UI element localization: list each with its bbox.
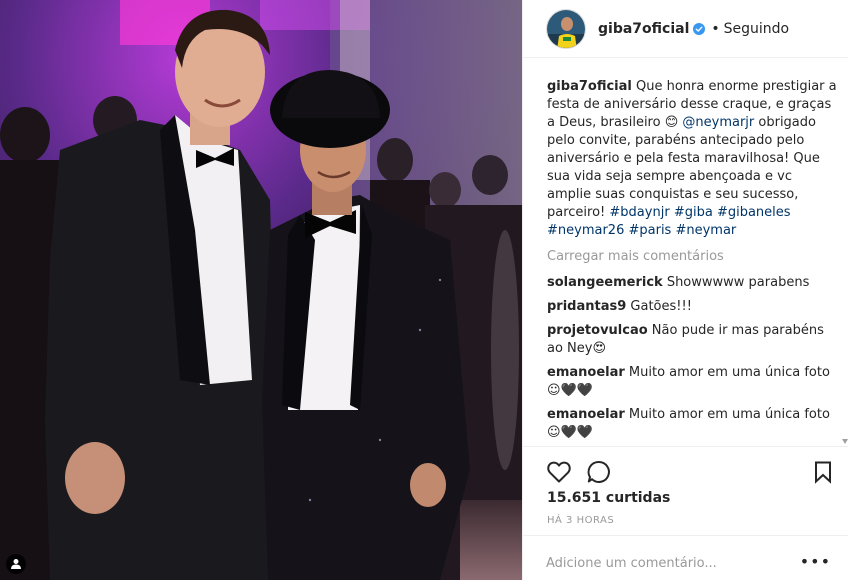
heart-icon[interactable] [546,459,572,485]
comment-username[interactable]: solangeemerick [547,275,663,290]
comment-item: projetovulcao Não pude ir mas parabéns a… [547,322,839,358]
hashtag-link[interactable]: #giba [674,205,713,220]
verified-badge-icon [693,22,706,35]
post-actions-bar [523,446,848,492]
hashtag-link[interactable]: #paris [628,223,671,238]
add-comment-input[interactable]: Adicione um comentário... [546,556,717,571]
hashtag-link[interactable]: #bdaynjr [609,205,669,220]
more-options-icon[interactable]: ••• [800,552,831,571]
post-caption: giba7oficial Que honra enorme prestigiar… [547,78,839,240]
comments-scrollbar[interactable] [842,78,848,444]
comment-bubble-icon[interactable] [586,459,612,485]
comment-username[interactable]: projetovulcao [547,323,648,338]
comment-item: pridantas9 Gatões!!! [547,298,839,316]
comment-item: solangeemerick Showwwww parabens [547,274,839,292]
post-timestamp[interactable]: HÁ 3 HORAS [547,515,614,526]
caption-username[interactable]: giba7oficial [547,79,632,94]
comment-text: Gatões!!! [626,299,692,314]
comment-container: solangeemerick Showwwww parabens pridanta… [547,274,839,442]
post-header: giba7oficial • Seguindo [523,0,848,58]
avatar-illustration [547,9,585,48]
comments-list[interactable]: giba7oficial Que honra enorme prestigiar… [547,78,839,444]
comment-item: emanoelar Muito amor em uma única foto ☺… [547,406,839,442]
add-comment-section: Adicione um comentário... ••• [523,535,848,580]
mention-link[interactable]: @neymarjr [682,115,754,130]
load-more-comments-link[interactable]: Carregar mais comentários [547,248,839,266]
post-side-panel: giba7oficial • Seguindo giba7oficial Que… [522,0,848,580]
header-username[interactable]: giba7oficial [598,21,689,37]
hashtag-link[interactable]: #gibaneles [717,205,791,220]
likes-count[interactable]: 15.651 curtidas [547,490,670,506]
caption-text: Que honra enorme prestigiar a festa de a… [547,79,837,238]
avatar[interactable] [546,8,586,49]
comment-username[interactable]: emanoelar [547,407,625,422]
separator-dot: • [711,20,720,37]
bookmark-icon[interactable] [810,459,836,485]
post-photo[interactable] [0,0,522,580]
comment-username[interactable]: emanoelar [547,365,625,380]
hashtag-link[interactable]: #neymar26 [547,223,624,238]
comment-username[interactable]: pridantas9 [547,299,626,314]
comment-text: Showwwww parabens [662,275,810,290]
person-tag-icon[interactable] [6,554,26,574]
hashtag-link[interactable]: #neymar [675,223,736,238]
party-photo-illustration [0,0,522,580]
scroll-down-arrow-icon[interactable] [842,439,848,444]
following-button[interactable]: Seguindo [724,21,789,37]
comment-item: emanoelar Muito amor em uma única foto ☺… [547,364,839,400]
